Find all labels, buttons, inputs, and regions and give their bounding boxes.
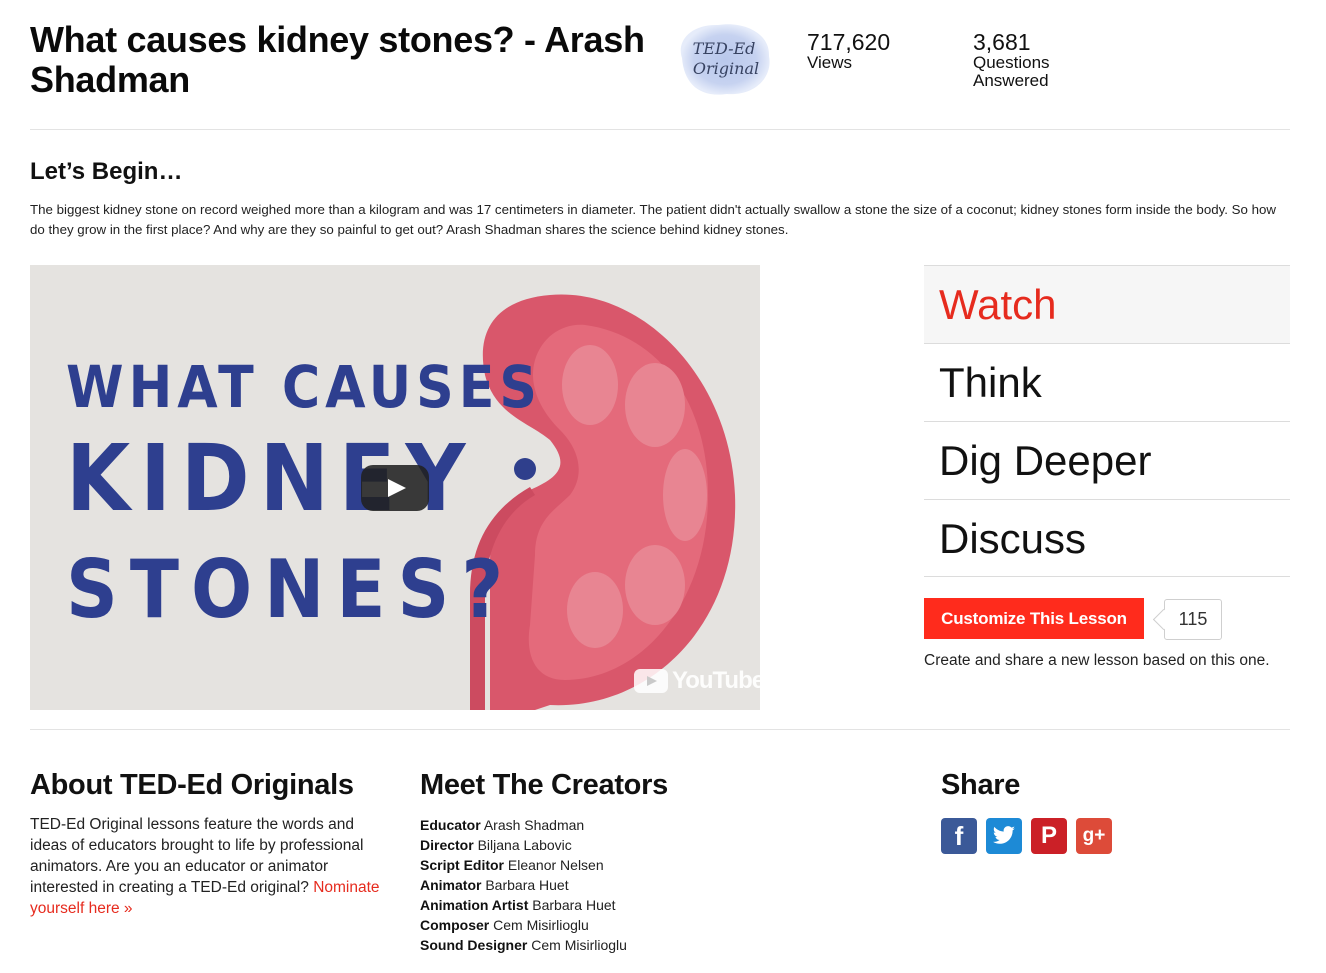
creator-name: Barbara Huet [532, 897, 616, 913]
tab-discuss[interactable]: Discuss [924, 499, 1290, 577]
lesson-header: What causes kidney stones? - Arash Shadm… [30, 18, 1290, 130]
creator-role: Animator [420, 877, 482, 893]
share-heading: Share [941, 769, 1021, 801]
creator-row: Animation Artist Barbara Huet [420, 895, 627, 915]
creator-row: Composer Cem Misirlioglu [420, 915, 627, 935]
creator-role: Director [420, 837, 474, 853]
creator-name: Biljana Labovic [477, 837, 572, 853]
creator-name: Cem Misirlioglu [531, 937, 627, 953]
about-text-block: TED-Ed Original lessons feature the word… [30, 814, 390, 919]
badge-line2: Original [693, 59, 759, 78]
lets-begin-heading: Let’s Begin… [30, 158, 183, 185]
tab-dig-deeper[interactable]: Dig Deeper [924, 421, 1290, 499]
questions-answered-stat: 3,681 Questions Answered [973, 30, 1050, 90]
creators-list: Educator Arash Shadman Director Biljana … [420, 815, 627, 955]
tab-think[interactable]: Think [924, 343, 1290, 421]
creator-name: Arash Shadman [483, 817, 585, 833]
creator-name: Cem Misirlioglu [493, 917, 589, 933]
youtube-icon [634, 669, 668, 693]
twitter-share-button[interactable] [986, 818, 1022, 854]
facebook-icon: f [954, 820, 964, 851]
share-buttons: f P g+ [941, 818, 1112, 854]
video-player[interactable]: WHAT CAUSES KIDNEY STONES? YouTube [30, 265, 760, 710]
twitter-icon [992, 826, 1015, 844]
creator-name: Eleanor Nelsen [507, 857, 604, 873]
creator-row: Educator Arash Shadman [420, 815, 627, 835]
creator-role: Sound Designer [420, 937, 528, 953]
play-button[interactable] [361, 465, 429, 511]
customize-note: Create and share a new lesson based on t… [924, 652, 1270, 669]
creator-row: Sound Designer Cem Misirlioglu [420, 935, 627, 955]
creator-row: Animator Barbara Huet [420, 875, 627, 895]
pinterest-icon: P [1040, 822, 1057, 849]
creators-heading: Meet The Creators [420, 769, 668, 801]
creator-role: Educator [420, 817, 481, 833]
answers-count: 3,681 [973, 29, 1031, 55]
lesson-tabs: Watch Think Dig Deeper Discuss [924, 265, 1290, 577]
about-heading: About TED-Ed Originals [30, 769, 354, 801]
divider [30, 729, 1290, 730]
lesson-title: What causes kidney stones? - Arash Shadm… [30, 19, 645, 100]
creator-role: Composer [420, 917, 490, 933]
customize-count-badge: 115 [1164, 599, 1222, 640]
creator-role: Animation Artist [420, 897, 529, 913]
divider [30, 129, 1290, 130]
badge-watercolor-icon: TED-Ed Original [680, 24, 770, 95]
creator-name: Barbara Huet [485, 877, 569, 893]
ted-ed-original-badge[interactable]: TED-Ed Original [672, 18, 776, 98]
creator-row: Script Editor Eleanor Nelsen [420, 855, 627, 875]
views-count: 717,620 [807, 29, 891, 55]
customize-lesson-button[interactable]: Customize This Lesson [924, 598, 1144, 639]
thumbnail-line1: WHAT CAUSES [66, 353, 542, 421]
thumbnail-line3: STONES? [66, 543, 515, 636]
views-stat: 717,620 Views [807, 30, 890, 72]
creator-role: Script Editor [420, 857, 505, 873]
tab-watch[interactable]: Watch [924, 265, 1290, 343]
answers-label-line2: Answered [973, 71, 1049, 90]
badge-line1: TED-Ed [693, 39, 756, 58]
views-label: Views [807, 53, 853, 72]
answers-label-line1: Questions [973, 53, 1050, 72]
youtube-label: YouTube [672, 667, 760, 694]
google-plus-share-button[interactable]: g+ [1076, 818, 1112, 854]
facebook-share-button[interactable]: f [941, 818, 977, 854]
pinterest-share-button[interactable]: P [1031, 818, 1067, 854]
google-plus-icon: g+ [1082, 825, 1106, 846]
creator-row: Director Biljana Labovic [420, 835, 627, 855]
lesson-description: The biggest kidney stone on record weigh… [30, 202, 1277, 237]
youtube-logo[interactable]: YouTube [634, 667, 760, 695]
